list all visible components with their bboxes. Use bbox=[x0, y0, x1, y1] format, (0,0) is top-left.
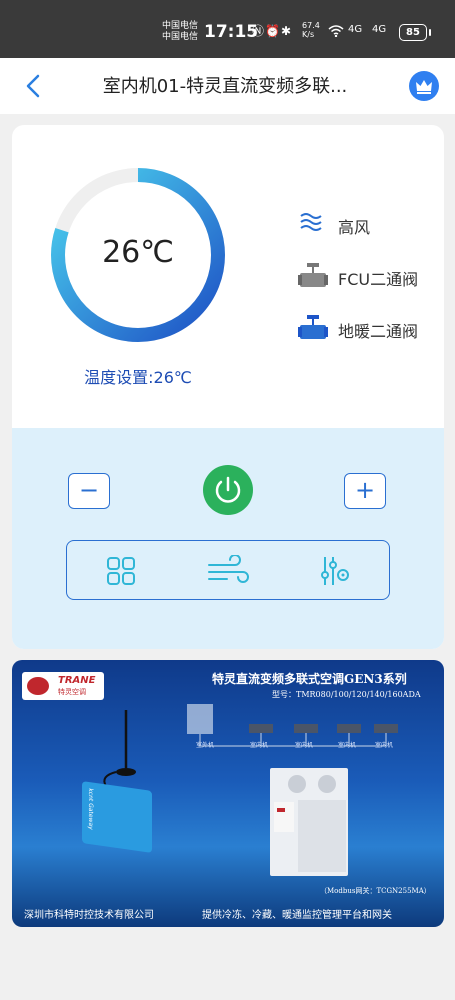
outdoor-unit-fans bbox=[274, 775, 346, 872]
outdoor-unit-label: 室外机 bbox=[196, 742, 215, 749]
current-temperature: 26℃ bbox=[102, 235, 174, 270]
speed-unit: K/s bbox=[302, 30, 315, 39]
crown-icon bbox=[416, 80, 432, 94]
temperature-increase-button[interactable]: + bbox=[344, 473, 386, 509]
indoor-unit-label-4: 室内机 bbox=[375, 742, 394, 749]
trane-logo: TRANE 特灵空调 bbox=[22, 672, 104, 700]
speed-value: 67.4 bbox=[302, 21, 320, 30]
network-speed: 67.4 K/s bbox=[302, 21, 320, 39]
trane-brand-sub: 特灵空调 bbox=[58, 688, 86, 696]
carrier-2: 中国电信 bbox=[162, 32, 199, 42]
nfc-icon: Ⓝ bbox=[252, 24, 266, 38]
page-title: 室内机01-特灵直流变频多联... bbox=[102, 76, 348, 97]
banner-model: 型号：TMR080/100/120/140/160ADA bbox=[272, 690, 421, 699]
floor-heating-valve-label: 地暖二通阀 bbox=[338, 322, 419, 341]
gateway-name: Gateway bbox=[87, 802, 94, 831]
company-name: 深圳市科特时控技术有限公司 bbox=[24, 910, 154, 921]
outdoor-unit-small bbox=[187, 704, 213, 734]
valve-icon bbox=[298, 263, 328, 287]
control-panel: − + bbox=[12, 428, 444, 649]
trane-brand: TRANE bbox=[58, 675, 96, 686]
wind-icon bbox=[300, 213, 322, 231]
indoor-unit-label-2: 室内机 bbox=[295, 742, 314, 749]
signal-2-icon: 4G bbox=[372, 24, 387, 35]
trane-logo-mark bbox=[27, 677, 49, 695]
indoor-unit-3 bbox=[337, 724, 361, 733]
temperature-decrease-button[interactable]: − bbox=[68, 473, 110, 509]
antenna-graphic bbox=[103, 710, 136, 787]
grid-icon[interactable] bbox=[105, 555, 137, 587]
indoor-unit-2 bbox=[294, 724, 318, 733]
company-tagline: 提供冷冻、冷藏、暖通监控管理平台和网关 bbox=[202, 910, 392, 921]
banner-title: 特灵直流变频多联式空调GEN3系列 bbox=[212, 672, 407, 686]
indoor-unit-4 bbox=[374, 724, 398, 733]
thermostat-card: 26℃ 温度设置:26℃ 高风 FCU二通阀 地暖二通阀 − + bbox=[12, 125, 444, 649]
vip-button[interactable] bbox=[409, 71, 439, 101]
mode-toolbar bbox=[66, 540, 390, 600]
status-bar: 中国电信 中国电信 17:15 Ⓝ⏰✱ 67.4 K/s 4G 4G 85 bbox=[0, 0, 455, 58]
carrier-1: 中国电信 bbox=[162, 21, 199, 31]
signal-1-icon: 4G bbox=[348, 24, 363, 35]
wind-icon[interactable] bbox=[207, 555, 249, 587]
modbus-gateway-label: （Modbus网关：TCGN255MA） bbox=[320, 887, 431, 895]
temperature-setpoint: 温度设置:26℃ bbox=[84, 368, 192, 387]
power-icon bbox=[215, 476, 241, 503]
wifi-icon bbox=[328, 25, 344, 37]
chevron-left-icon[interactable] bbox=[22, 70, 46, 102]
battery-indicator: 85 bbox=[399, 24, 431, 41]
bluetooth-icon: ✱ bbox=[280, 24, 293, 38]
indoor-unit-label-1: 室内机 bbox=[250, 742, 269, 749]
indoor-unit-label-3: 室内机 bbox=[338, 742, 357, 749]
status-icons: Ⓝ⏰✱ bbox=[252, 22, 292, 39]
gateway-brand: kcnt bbox=[87, 787, 94, 802]
fan-speed-label: 高风 bbox=[338, 218, 371, 237]
promo-banner[interactable]: TRANE 特灵空调 特灵直流变频多联式空调GEN3系列 型号：TMR080/1… bbox=[12, 660, 444, 927]
gateway-device: kcnt Gateway bbox=[82, 781, 152, 853]
alarm-icon: ⏰ bbox=[265, 24, 281, 38]
valve-icon bbox=[298, 315, 328, 339]
indoor-unit-1 bbox=[249, 724, 273, 733]
nav-bar: 室内机01-特灵直流变频多联... bbox=[0, 58, 455, 114]
fcu-valve-label: FCU二通阀 bbox=[338, 270, 419, 289]
clock: 17:15 bbox=[204, 22, 259, 42]
carrier-info: 中国电信 中国电信 bbox=[162, 21, 198, 43]
sliders-icon[interactable] bbox=[319, 555, 351, 587]
outdoor-unit-image bbox=[270, 768, 348, 876]
power-button[interactable] bbox=[203, 465, 253, 515]
